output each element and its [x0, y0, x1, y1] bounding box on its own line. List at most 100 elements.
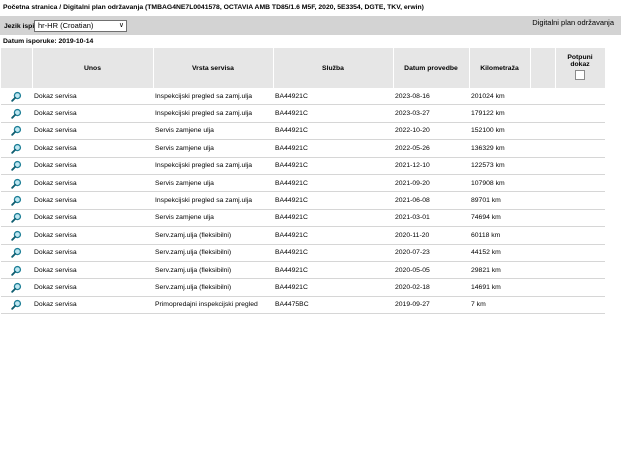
cell-service: BA44921C — [273, 157, 393, 175]
cell-mileage: 74694 km — [469, 209, 530, 228]
cell-blank — [530, 122, 555, 141]
col-service: Služba — [273, 48, 394, 88]
cell-mileage: 89701 km — [469, 191, 530, 210]
page-title: Digitalni plan održavanja — [532, 18, 614, 27]
cell-entry: Dokaz servisa — [32, 157, 153, 175]
cell-date: 2022-05-26 — [393, 139, 469, 158]
table-row: Dokaz servisa Serv.zamj.ulja (fleksibilni… — [1, 226, 605, 245]
table-row: Dokaz servisa Serv.zamj.ulja (fleksibilni… — [1, 278, 605, 297]
cell-entry: Dokaz servisa — [32, 139, 153, 158]
magnifier-icon[interactable] — [11, 282, 22, 293]
cell-service: BA44921C — [273, 122, 393, 141]
cell-mileage: 201024 km — [469, 88, 530, 106]
cell-mileage: 60118 km — [469, 226, 530, 245]
table-row: Dokaz servisa Inspekcijski pregled sa zam… — [1, 157, 605, 175]
cell-blank — [530, 157, 555, 175]
cell-service: BA44921C — [273, 139, 393, 158]
cell-full-proof — [555, 296, 605, 315]
cell-service: BA44921C — [273, 244, 393, 262]
col-blank — [530, 48, 556, 88]
language-select[interactable]: hr-HR (Croatian) ∨ — [34, 20, 127, 32]
cell-service-type: Serv.zamj.ulja (fleksibilni) — [153, 244, 273, 262]
cell-mileage: 7 km — [469, 296, 530, 315]
cell-date: 2023-03-27 — [393, 104, 469, 123]
cell-blank — [530, 104, 555, 123]
table-row: Dokaz servisa Servis zamjene ulja BA44921C… — [1, 139, 605, 158]
cell-service: BA44921C — [273, 278, 393, 297]
full-proof-label-1: Potpuni — [567, 54, 593, 61]
cell-mileage: 152100 km — [469, 122, 530, 141]
cell-service-type: Primopredajni inspekcijski pregled — [153, 296, 273, 315]
cell-full-proof — [555, 244, 605, 262]
col-icon — [1, 48, 33, 88]
cell-blank — [530, 191, 555, 210]
magnifier-icon[interactable] — [11, 265, 22, 276]
full-proof-label-2: dokaz — [570, 61, 590, 68]
cell-service-type: Inspekcijski pregled sa zamj.ulja — [153, 157, 273, 175]
cell-full-proof — [555, 157, 605, 175]
cell-mileage: 179122 km — [469, 104, 530, 123]
cell-blank — [530, 296, 555, 315]
magnifier-icon[interactable] — [11, 91, 22, 102]
cell-date: 2023-08-16 — [393, 88, 469, 106]
table-row: Dokaz servisa Servis zamjene ulja BA44921C… — [1, 209, 605, 228]
magnifier-icon[interactable] — [11, 143, 22, 154]
full-proof-checkbox[interactable] — [575, 70, 585, 80]
cell-mileage: 122573 km — [469, 157, 530, 175]
cell-service-type: Inspekcijski pregled sa zamj.ulja — [153, 191, 273, 210]
magnifier-icon[interactable] — [11, 161, 22, 171]
cell-service-type: Servis zamjene ulja — [153, 139, 273, 158]
chevron-down-icon: ∨ — [118, 22, 124, 29]
table-row: Dokaz servisa Inspekcijski pregled sa zam… — [1, 104, 605, 123]
cell-service: BA44921C — [273, 104, 393, 123]
cell-entry: Dokaz servisa — [32, 174, 153, 193]
table-row: Dokaz servisa Primopredajni inspekcijski … — [1, 296, 605, 315]
col-entry: Unos — [32, 48, 154, 88]
cell-entry: Dokaz servisa — [32, 296, 153, 315]
breadcrumb: Početna stranica / Digitalni plan održav… — [3, 4, 424, 11]
magnifier-icon[interactable] — [11, 213, 22, 224]
cell-service-type: Inspekcijski pregled sa zamj.ulja — [153, 88, 273, 106]
magnifier-icon[interactable] — [11, 195, 22, 206]
cell-entry: Dokaz servisa — [32, 122, 153, 141]
table-row: Dokaz servisa Servis zamjene ulja BA44921C… — [1, 174, 605, 193]
magnifier-icon[interactable] — [11, 230, 22, 241]
cell-service: BA44921C — [273, 209, 393, 228]
cell-date: 2021-06-08 — [393, 191, 469, 210]
cell-entry: Dokaz servisa — [32, 104, 153, 123]
cell-entry: Dokaz servisa — [32, 261, 153, 280]
cell-service-type: Servis zamjene ulja — [153, 122, 273, 141]
cell-date: 2019-09-27 — [393, 296, 469, 315]
cell-full-proof — [555, 139, 605, 158]
magnifier-icon[interactable] — [11, 108, 22, 119]
cell-date: 2020-11-20 — [393, 226, 469, 245]
cell-date: 2021-12-10 — [393, 157, 469, 175]
cell-full-proof — [555, 226, 605, 245]
col-service-type: Vrsta servisa — [153, 48, 274, 88]
cell-date: 2020-05-05 — [393, 261, 469, 280]
magnifier-icon[interactable] — [11, 248, 22, 258]
cell-blank — [530, 174, 555, 193]
cell-full-proof — [555, 174, 605, 193]
cell-full-proof — [555, 278, 605, 297]
col-full-proof: Potpuni dokaz — [555, 48, 606, 88]
magnifier-icon[interactable] — [11, 126, 22, 137]
magnifier-icon[interactable] — [11, 300, 22, 311]
cell-blank — [530, 261, 555, 280]
cell-service: BA4475BC — [273, 296, 393, 315]
table-row: Dokaz servisa Serv.zamj.ulja (fleksibilni… — [1, 261, 605, 280]
table-row: Dokaz servisa Serv.zamj.ulja (fleksibilni… — [1, 244, 605, 262]
magnifier-icon[interactable] — [11, 178, 22, 189]
cell-service: BA44921C — [273, 261, 393, 280]
cell-entry: Dokaz servisa — [32, 226, 153, 245]
cell-mileage: 107908 km — [469, 174, 530, 193]
cell-entry: Dokaz servisa — [32, 278, 153, 297]
table-header: Unos Vrsta servisa Služba Datum provedbe… — [1, 48, 606, 88]
cell-entry: Dokaz servisa — [32, 209, 153, 228]
language-select-value: hr-HR (Croatian) — [38, 21, 94, 30]
cell-service-type: Serv.zamj.ulja (fleksibilni) — [153, 261, 273, 280]
cell-mileage: 14691 km — [469, 278, 530, 297]
cell-full-proof — [555, 191, 605, 210]
col-date: Datum provedbe — [393, 48, 470, 88]
cell-full-proof — [555, 261, 605, 280]
